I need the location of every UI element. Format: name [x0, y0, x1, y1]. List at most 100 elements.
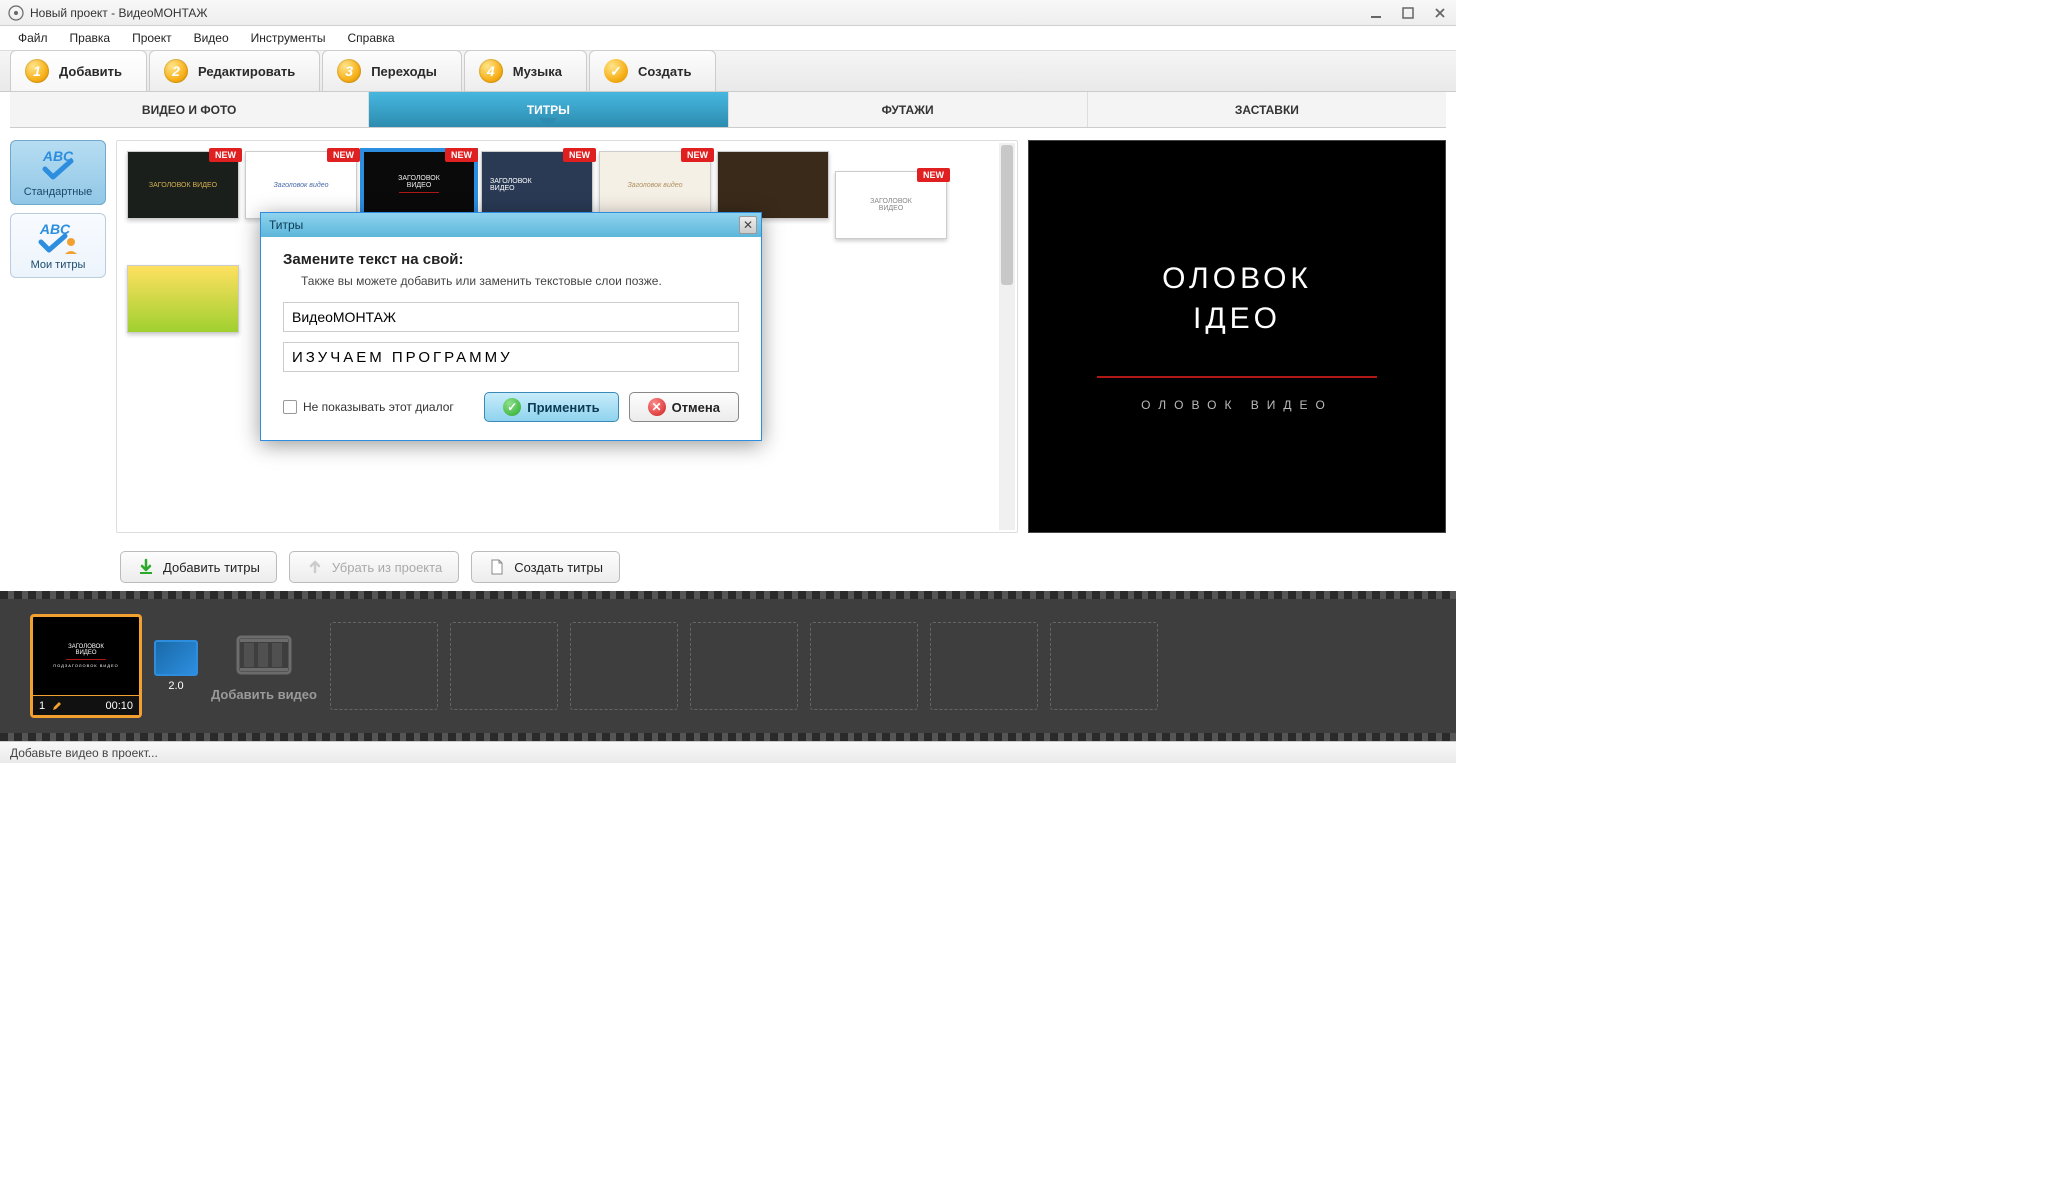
- preview-panel: ОЛОВОК ІДЕО ОЛОВОК ВИДЕО: [1028, 140, 1446, 533]
- preview-title-line1: ОЛОВОК: [1162, 262, 1312, 296]
- step-label: Создать: [638, 64, 691, 79]
- preview-divider: [1097, 376, 1377, 378]
- button-label: Отмена: [672, 400, 720, 415]
- title-template[interactable]: ЗАГОЛОВОК ВИДЕО NEW: [835, 171, 947, 239]
- step-edit[interactable]: 2Редактировать: [149, 50, 320, 91]
- subtab-video-photo[interactable]: ВИДЕО И ФОТО: [10, 92, 369, 127]
- maximize-button[interactable]: [1392, 0, 1424, 26]
- transition-thumb: [154, 640, 198, 676]
- clip-index: 1: [39, 700, 45, 712]
- menu-edit[interactable]: Правка: [60, 28, 121, 48]
- upload-arrow-icon: [306, 558, 324, 576]
- category-standard[interactable]: ABC Стандартные: [10, 140, 106, 205]
- title-template[interactable]: Заголовок видео NEW: [599, 151, 711, 219]
- button-label: Убрать из проекта: [332, 560, 442, 575]
- title-text-input-2[interactable]: [283, 342, 739, 372]
- step-num-icon: 4: [479, 59, 503, 83]
- pencil-icon[interactable]: [51, 700, 63, 712]
- title-template[interactable]: ЗАГОЛОВОК ВИДЕО NEW: [127, 151, 239, 219]
- subtab-footage[interactable]: ФУТАЖИ: [729, 92, 1088, 127]
- status-text: Добавьте видео в проект...: [10, 746, 158, 760]
- timeline-empty-slot[interactable]: [690, 622, 798, 710]
- timeline-empty-slot[interactable]: [1050, 622, 1158, 710]
- checkmark-icon: ✓: [503, 398, 521, 416]
- step-num-icon: 1: [25, 59, 49, 83]
- app-icon: [8, 5, 24, 21]
- category-my-titles[interactable]: ABC Мои титры: [10, 213, 106, 278]
- timeline-empty-slot[interactable]: [450, 622, 558, 710]
- dialog-title-bar[interactable]: Титры ✕: [261, 213, 761, 237]
- button-label: Применить: [527, 400, 599, 415]
- step-num-icon: 3: [337, 59, 361, 83]
- minimize-button[interactable]: [1360, 0, 1392, 26]
- menu-tools[interactable]: Инструменты: [241, 28, 336, 48]
- category-label: Стандартные: [24, 186, 93, 198]
- add-titles-button[interactable]: Добавить титры: [120, 551, 277, 583]
- title-template[interactable]: Заголовок видео NEW: [245, 151, 357, 219]
- title-text-input-1[interactable]: [283, 302, 739, 332]
- preview-caption: ОЛОВОК ВИДЕО: [1141, 398, 1333, 412]
- status-bar: Добавьте видео в проект...: [0, 741, 1456, 763]
- title-bar: Новый проект - ВидеоМОНТАЖ: [0, 0, 1456, 26]
- abc-check-icon: ABC: [35, 147, 81, 183]
- scrollbar-thumb[interactable]: [1001, 145, 1013, 285]
- dont-show-checkbox[interactable]: Не показывать этот диалог: [283, 400, 454, 414]
- new-badge: NEW: [917, 168, 950, 182]
- step-create[interactable]: ✓ Создать: [589, 50, 716, 91]
- step-music[interactable]: 4Музыка: [464, 50, 587, 91]
- remove-from-project-button[interactable]: Убрать из проекта: [289, 551, 459, 583]
- step-transitions[interactable]: 3 Переходы: [322, 50, 462, 91]
- step-num-icon: 2: [164, 59, 188, 83]
- check-icon: ✓: [604, 59, 628, 83]
- new-badge: NEW: [563, 148, 596, 162]
- create-titles-button[interactable]: Создать титры: [471, 551, 620, 583]
- checkbox-icon: [283, 400, 297, 414]
- timeline: ЗАГОЛОВОК ВИДЕО ПОДЗАГОЛОВОК ВИДЕО 1 00:…: [0, 591, 1456, 741]
- apply-button[interactable]: ✓ Применить: [484, 392, 618, 422]
- scrollbar[interactable]: [999, 143, 1015, 530]
- new-badge: NEW: [681, 148, 714, 162]
- timeline-empty-slot[interactable]: [570, 622, 678, 710]
- film-perforation-bottom: [0, 733, 1456, 741]
- window-title: Новый проект - ВидеоМОНТАЖ: [30, 6, 208, 20]
- button-label: Добавить титры: [163, 560, 260, 575]
- title-template-selected[interactable]: ЗАГОЛОВОК ВИДЕО NEW: [363, 151, 475, 219]
- titles-dialog: Титры ✕ Замените текст на свой: Также вы…: [260, 212, 762, 441]
- category-sidebar: ABC Стандартные ABC Мои титры: [10, 140, 106, 533]
- menu-file[interactable]: Файл: [8, 28, 58, 48]
- title-template[interactable]: [717, 151, 829, 219]
- filmstrip-icon: [234, 631, 294, 679]
- timeline-add-video[interactable]: Добавить видео: [210, 631, 318, 702]
- dialog-close-button[interactable]: ✕: [739, 216, 757, 234]
- step-add[interactable]: 1Добавить: [10, 50, 147, 91]
- subtabs-row: ВИДЕО И ФОТО ТИТРЫ ФУТАЖИ ЗАСТАВКИ: [10, 92, 1446, 128]
- checkbox-label: Не показывать этот диалог: [303, 400, 454, 414]
- timeline-clip[interactable]: ЗАГОЛОВОК ВИДЕО ПОДЗАГОЛОВОК ВИДЕО 1 00:…: [30, 614, 142, 718]
- steps-row: 1Добавить 2Редактировать 3 Переходы 4Музы…: [0, 50, 1456, 92]
- title-template[interactable]: [127, 265, 239, 333]
- menu-bar: Файл Правка Проект Видео Инструменты Спр…: [0, 26, 1456, 50]
- actions-row: Добавить титры Убрать из проекта Создать…: [0, 543, 1456, 591]
- dialog-title: Титры: [269, 218, 303, 232]
- new-badge: NEW: [209, 148, 242, 162]
- timeline-transition[interactable]: 2.0: [154, 640, 198, 692]
- preview-title-line2: ІДЕО: [1193, 302, 1281, 336]
- close-button[interactable]: [1424, 0, 1456, 26]
- cross-icon: ✕: [648, 398, 666, 416]
- download-arrow-icon: [137, 558, 155, 576]
- film-perforation-top: [0, 591, 1456, 599]
- menu-video[interactable]: Видео: [184, 28, 239, 48]
- menu-project[interactable]: Проект: [122, 28, 182, 48]
- transition-duration: 2.0: [154, 680, 198, 692]
- timeline-empty-slot[interactable]: [810, 622, 918, 710]
- timeline-empty-slot[interactable]: [930, 622, 1038, 710]
- title-template[interactable]: ЗАГОЛОВОК ВИДЕО NEW: [481, 151, 593, 219]
- menu-help[interactable]: Справка: [337, 28, 404, 48]
- add-video-label: Добавить видео: [210, 687, 318, 702]
- cancel-button[interactable]: ✕ Отмена: [629, 392, 739, 422]
- timeline-empty-slot[interactable]: [330, 622, 438, 710]
- subtab-titles[interactable]: ТИТРЫ: [369, 92, 728, 127]
- new-badge: NEW: [327, 148, 360, 162]
- subtab-intros[interactable]: ЗАСТАВКИ: [1088, 92, 1446, 127]
- step-label: Переходы: [371, 64, 437, 79]
